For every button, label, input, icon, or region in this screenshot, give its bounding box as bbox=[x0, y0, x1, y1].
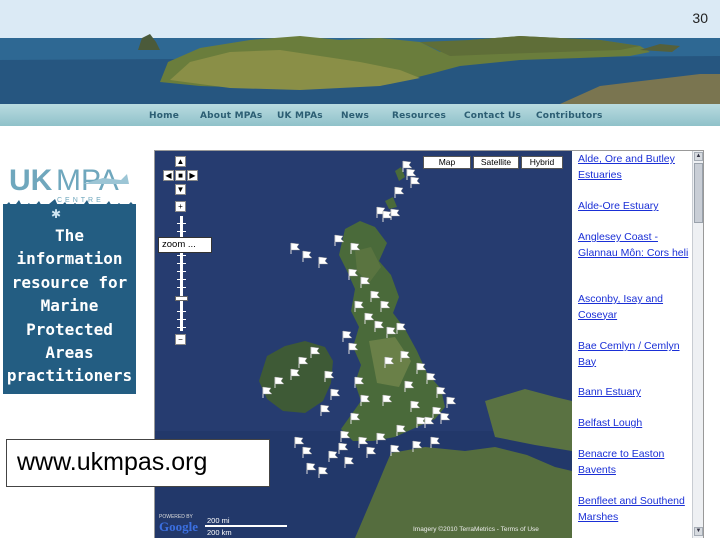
nav-home[interactable]: Home bbox=[149, 111, 179, 121]
pan-reset-icon[interactable]: ■ bbox=[175, 170, 186, 181]
zoom-tick bbox=[177, 319, 186, 320]
site-link[interactable]: Benacre to Easton Bavents bbox=[578, 447, 692, 478]
pan-left-icon[interactable]: ◀ bbox=[163, 170, 174, 181]
nav-uk-mpas[interactable]: UK MPAs bbox=[277, 111, 323, 121]
nav-news[interactable]: News bbox=[341, 111, 369, 121]
nav-about-mpas[interactable]: About MPAs bbox=[200, 111, 262, 121]
map-type-hybrid-button[interactable]: Hybrid bbox=[521, 156, 563, 169]
ukmpa-logo[interactable]: UK MPA CENTRE bbox=[3, 126, 136, 204]
google-logo-text: Google bbox=[159, 519, 198, 534]
zoom-tick bbox=[177, 271, 186, 272]
scroll-up-icon[interactable]: ▲ bbox=[694, 152, 703, 161]
zoom-tooltip: zoom ... bbox=[158, 237, 212, 253]
island-photo bbox=[0, 0, 720, 104]
tagline-text: The information resource for Marine Prot… bbox=[6, 226, 133, 386]
site-link[interactable]: Asconby, Isay and Coseyar bbox=[578, 292, 692, 323]
star-icon: ✱ bbox=[51, 207, 62, 221]
zoom-tick bbox=[177, 279, 186, 280]
pan-right-icon[interactable]: ▶ bbox=[187, 170, 198, 181]
banner-photo: 30 bbox=[0, 0, 720, 104]
zoom-tick bbox=[177, 255, 186, 256]
site-list: Alde, Ore and Butley Estuaries Alde-Ore … bbox=[572, 151, 692, 538]
scale-bar bbox=[205, 525, 287, 527]
website-url[interactable]: www.ukmpas.org bbox=[17, 448, 207, 477]
scale-miles: 200 mi bbox=[207, 516, 230, 525]
zoom-tick bbox=[177, 287, 186, 288]
zoom-out-icon[interactable]: − bbox=[175, 334, 186, 345]
main-nav: Home About MPAs UK MPAs News Resources C… bbox=[0, 104, 720, 126]
zoom-tick bbox=[177, 223, 186, 224]
scale-km: 200 km bbox=[207, 528, 232, 537]
google-logo[interactable]: Google bbox=[159, 519, 198, 535]
pan-up-icon[interactable]: ▲ bbox=[175, 156, 186, 167]
nav-contributors[interactable]: Contributors bbox=[536, 111, 603, 121]
url-box: www.ukmpas.org bbox=[6, 439, 270, 487]
logo-uk: UK bbox=[9, 164, 53, 197]
site-link[interactable]: Alde-Ore Estuary bbox=[578, 199, 692, 215]
nav-resources[interactable]: Resources bbox=[392, 111, 446, 121]
zoom-tick bbox=[177, 231, 186, 232]
map-type-satellite-button[interactable]: Satellite bbox=[473, 156, 519, 169]
zoom-slider-thumb[interactable] bbox=[175, 296, 188, 301]
site-link[interactable]: Bae Cemlyn / Cemlyn Bay bbox=[578, 339, 692, 370]
ukmpa-logo-graphic: UK MPA CENTRE bbox=[9, 164, 129, 204]
site-link[interactable]: Belfast Lough bbox=[578, 416, 692, 432]
scroll-thumb[interactable] bbox=[694, 163, 703, 223]
pan-down-icon[interactable]: ▼ bbox=[175, 184, 186, 195]
zoom-in-icon[interactable]: + bbox=[175, 201, 186, 212]
site-link[interactable]: Alde, Ore and Butley Estuaries bbox=[578, 152, 692, 183]
sea-grass-icon bbox=[3, 199, 136, 220]
map-attribution[interactable]: Imagery ©2010 TerraMetrics - Terms of Us… bbox=[413, 526, 539, 533]
scroll-down-icon[interactable]: ▼ bbox=[694, 527, 703, 536]
zoom-tick bbox=[177, 327, 186, 328]
tagline-box: ✱ The information resource for Marine Pr… bbox=[3, 199, 136, 394]
slide-number: 30 bbox=[692, 10, 708, 26]
site-link[interactable]: Bann Estuary bbox=[578, 385, 692, 401]
zoom-slider-track[interactable] bbox=[180, 216, 183, 331]
map-type-map-button[interactable]: Map bbox=[423, 156, 471, 169]
zoom-tick bbox=[177, 263, 186, 264]
zoom-tick bbox=[177, 311, 186, 312]
sidebar-scrollbar[interactable]: ▲ ▼ bbox=[692, 151, 703, 538]
nav-contact-us[interactable]: Contact Us bbox=[464, 111, 521, 121]
site-link[interactable]: Benfleet and Southend Marshes bbox=[578, 494, 692, 525]
site-link[interactable]: Anglesey Coast - Glannau Môn: Cors heli bbox=[578, 230, 692, 261]
